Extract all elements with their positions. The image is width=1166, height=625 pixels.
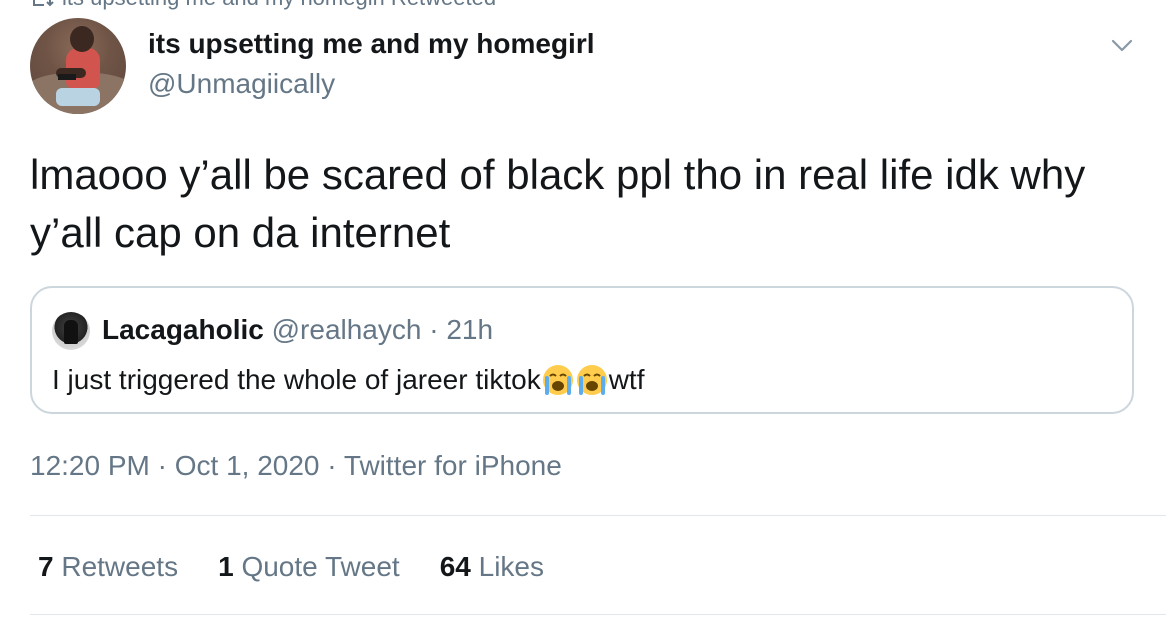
likes-label: Likes <box>478 551 545 582</box>
tweet-time[interactable]: 12:20 PM <box>30 450 150 481</box>
loudly-crying-face-icon <box>575 363 609 397</box>
quoted-text: I just triggered the whole of jareer tik… <box>52 362 644 398</box>
retweets-stat[interactable]: 7 Retweets <box>38 548 178 586</box>
quoted-display-name[interactable]: Lacagaholic <box>102 314 264 345</box>
timestamp-separator: · <box>157 450 167 481</box>
quoted-age[interactable]: 21h <box>446 314 493 345</box>
divider <box>30 515 1166 516</box>
quoted-text-main: I just triggered the whole of jareer tik… <box>52 364 541 395</box>
quoted-avatar[interactable] <box>52 312 90 350</box>
likes-count: 64 <box>439 551 471 582</box>
quote-tweets-count: 1 <box>218 551 234 582</box>
source-separator: · <box>327 450 337 481</box>
retweets-label: Retweets <box>61 551 179 582</box>
quoted-handle[interactable]: @realhaych <box>272 314 422 345</box>
author-handle[interactable]: @Unmagiically <box>148 66 335 102</box>
chevron-down-icon[interactable] <box>1108 32 1136 60</box>
quoted-text-tail: wtf <box>608 364 645 395</box>
retweet-context-text[interactable]: its upsetting me and my homegirl Retweet… <box>62 0 496 11</box>
tweet-text: lmaooo y’all be scared of black ppl tho … <box>30 151 1086 256</box>
author-display-name[interactable]: its upsetting me and my homegirl <box>148 26 595 62</box>
retweets-count: 7 <box>38 551 54 582</box>
tweet-header: its upsetting me and my homegirl @Unmagi… <box>30 18 1136 118</box>
tweet-source[interactable]: Twitter for iPhone <box>344 450 562 481</box>
retweet-icon <box>30 0 54 7</box>
quote-tweets-label: Quote Tweet <box>241 551 400 582</box>
quoted-tweet-card[interactable]: Lacagaholic @realhaych · 21h I just trig… <box>30 286 1134 414</box>
avatar[interactable] <box>30 18 126 114</box>
likes-stat[interactable]: 64 Likes <box>440 548 544 586</box>
quoted-header: Lacagaholic @realhaych · 21h <box>102 312 493 348</box>
loudly-crying-face-icon <box>541 363 575 397</box>
tweet-timestamp: 12:20 PM · Oct 1, 2020 · Twitter for iPh… <box>30 448 562 484</box>
quote-tweets-stat[interactable]: 1 Quote Tweet <box>218 548 400 586</box>
tweet-date[interactable]: Oct 1, 2020 <box>175 450 320 481</box>
divider <box>30 614 1166 615</box>
retweet-context: its upsetting me and my homegirl Retweet… <box>30 0 496 11</box>
engagement-stats: 7 Retweets 1 Quote Tweet 64 Likes <box>38 548 544 586</box>
quoted-separator: · <box>429 314 439 345</box>
